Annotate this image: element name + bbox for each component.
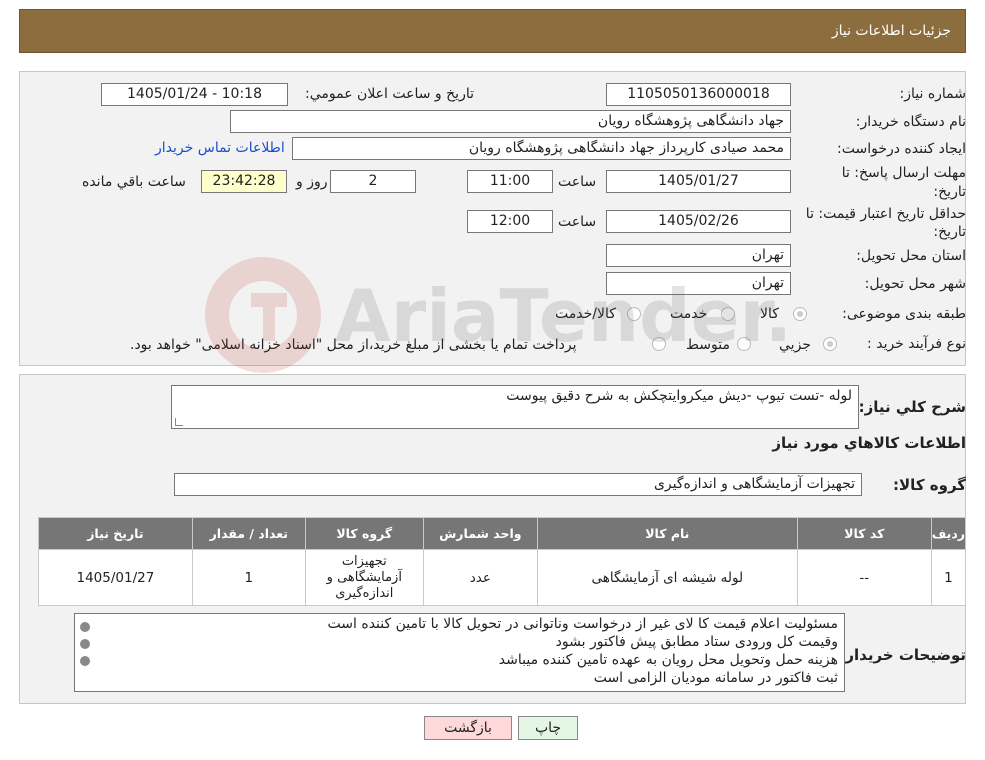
category-radio-service[interactable] — [721, 307, 735, 321]
buyer-org-label: نام دستگاه خریدار: — [855, 114, 966, 130]
validity-label-2: تاریخ: — [933, 224, 966, 240]
page-header: جزئیات اطلاعات نیاز — [19, 9, 966, 53]
col-row-number: ردیف — [930, 517, 967, 550]
category-radio-goods-service[interactable] — [627, 307, 641, 321]
days-label: روز و — [296, 174, 328, 190]
need-number-label: شماره نیاز: — [899, 86, 967, 102]
days-field: 2 — [330, 170, 416, 193]
note-line: هزینه حمل وتحویل محل رویان به عهده تامین… — [498, 652, 838, 668]
deadline-date-field: 1405/01/27 — [606, 170, 791, 193]
process-option-partial: جزیي — [779, 337, 811, 353]
deadline-label-2: تاریخ: — [933, 184, 966, 200]
table-header-row: ردیف کد کالا نام کالا واحد شمارش گروه کا… — [38, 517, 967, 550]
print-button[interactable]: چاپ — [518, 716, 578, 740]
buyer-notes-field: مسئولیت اعلام قیمت کا لای غیر از درخواست… — [74, 613, 845, 692]
creator-label: ایجاد کننده درخواست: — [837, 141, 966, 157]
cell-goods-name: لوله شیشه ای آزمایشگاهی — [536, 549, 798, 606]
col-quantity: تعداد / مقدار — [191, 517, 306, 550]
description-field: لوله -تست تیوپ -دیش میکروایتچکش به شرح د… — [171, 385, 859, 429]
col-unit: واحد شمارش — [422, 517, 538, 550]
validity-time-field: 12:00 — [467, 210, 553, 233]
cell-goods-group: تجهیزات آزمایشگاهی و اندازه‌گیری — [304, 549, 424, 606]
back-button[interactable]: بازگشت — [424, 716, 512, 740]
description-text: لوله -تست تیوپ -دیش میکروایتچکش به شرح د… — [506, 388, 852, 404]
cell-goods-code: -- — [796, 549, 932, 606]
process-radio-treasury[interactable] — [652, 337, 666, 351]
goods-table: ردیف کد کالا نام کالا واحد شمارش گروه کا… — [38, 517, 967, 606]
process-label: نوع فرآیند خرید : — [867, 336, 966, 352]
city-field: تهران — [606, 272, 791, 295]
remaining-label: ساعت باقي مانده — [82, 174, 186, 190]
category-option-service: خدمت — [670, 306, 708, 322]
process-note: پرداخت تمام یا بخشی از مبلغ خرید،از محل … — [130, 337, 577, 353]
resize-handle-icon[interactable] — [175, 418, 183, 426]
category-option-goods-service: کالا/خدمت — [555, 306, 616, 322]
validity-time-label: ساعت — [558, 214, 597, 230]
col-goods-group: گروه کالا — [304, 517, 424, 550]
note-line: ثبت فاکتور در سامانه مودیان الزامی است — [593, 670, 838, 686]
contact-buyer-link[interactable]: اطلاعات تماس خریدار — [155, 140, 285, 156]
goods-group-label: گروه کالا: — [893, 476, 966, 494]
creator-field: محمد صیادی کارپرداز جهاد دانشگاهی پژوهشگ… — [292, 137, 791, 160]
deadline-time-label: ساعت — [558, 174, 597, 190]
process-option-medium: متوسط — [686, 337, 730, 353]
col-need-date: تاریخ نیاز — [38, 517, 193, 550]
validity-date-field: 1405/02/26 — [606, 210, 791, 233]
process-radio-medium[interactable] — [737, 337, 751, 351]
category-radio-goods[interactable] — [793, 307, 807, 321]
note-line: مسئولیت اعلام قیمت کا لای غیر از درخواست… — [327, 616, 838, 632]
scroll-dot-icon[interactable] — [80, 639, 90, 649]
scroll-dot-icon[interactable] — [80, 622, 90, 632]
province-label: استان محل تحویل: — [856, 248, 966, 264]
announce-datetime-field: 1405/01/24 - 10:18 — [101, 83, 288, 106]
col-goods-code: کد کالا — [796, 517, 932, 550]
description-label: شرح کلي نیاز: — [858, 398, 966, 416]
page-title: جزئیات اطلاعات نیاز — [831, 23, 951, 39]
validity-label: حداقل تاریخ اعتبار قیمت: تا — [805, 206, 966, 222]
deadline-time-field: 11:00 — [467, 170, 553, 193]
notes-scrollbar[interactable] — [76, 616, 94, 690]
need-number-field: 1105050136000018 — [606, 83, 791, 106]
buyer-org-field: جهاد دانشگاهی پژوهشگاه رویان — [230, 110, 791, 133]
process-radio-partial[interactable] — [823, 337, 837, 351]
cell-unit: عدد — [422, 549, 538, 606]
table-row: 1 -- لوله شیشه ای آزمایشگاهی عدد تجهیزات… — [38, 549, 967, 606]
cell-quantity: 1 — [191, 549, 306, 606]
note-line: وقیمت کل ورودی ستاد مطابق پیش فاکتور بشو… — [555, 634, 838, 650]
goods-section-title: اطلاعات کالاهاي مورد نیاز — [772, 434, 966, 452]
category-option-goods: کالا — [760, 306, 779, 322]
cell-row-number: 1 — [930, 549, 967, 606]
goods-group-field: تجهیزات آزمایشگاهی و اندازه‌گیری — [174, 473, 862, 496]
col-goods-name: نام کالا — [536, 517, 798, 550]
scroll-dot-icon[interactable] — [80, 656, 90, 666]
deadline-label: مهلت ارسال پاسخ: تا — [841, 165, 966, 181]
province-field: تهران — [606, 244, 791, 267]
announce-label: تاریخ و ساعت اعلان عمومي: — [305, 86, 474, 102]
buyer-notes-label: توضیحات خریدار: — [839, 646, 966, 664]
remaining-time-field: 23:42:28 — [201, 170, 287, 193]
cell-need-date: 1405/01/27 — [38, 549, 193, 606]
city-label: شهر محل تحویل: — [864, 276, 966, 292]
category-label: طبقه بندی موضوعی: — [842, 306, 966, 322]
